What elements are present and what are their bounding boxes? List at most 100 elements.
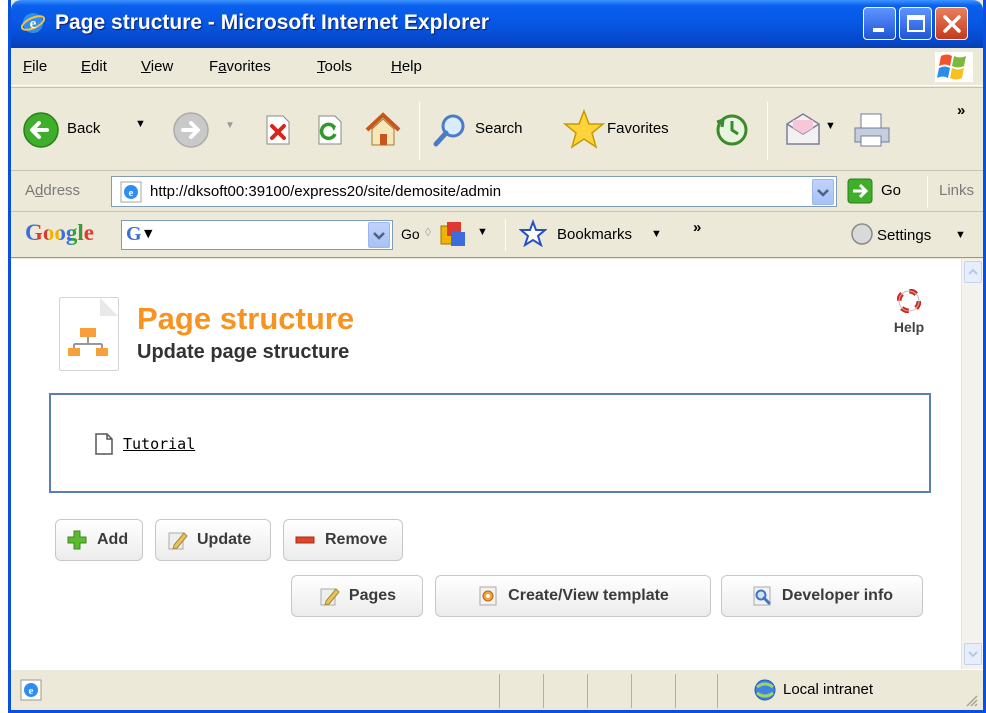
chevron-down-icon <box>817 189 829 197</box>
google-toolbar: Google G ▼ Go ◊ ▼ Bookmarks ▼ » Settings… <box>11 213 983 258</box>
status-divider <box>717 674 718 708</box>
help-button[interactable]: Help <box>879 288 939 335</box>
refresh-icon[interactable] <box>313 114 345 146</box>
menu-file-accel: F <box>23 58 33 75</box>
minimize-icon <box>873 28 884 32</box>
google-resize-icon: ◊ <box>425 225 431 239</box>
go-button[interactable]: Go <box>847 178 917 206</box>
links-label[interactable]: Links <box>939 182 974 199</box>
google-options-icon[interactable] <box>437 220 469 250</box>
update-button[interactable]: Update <box>155 519 271 561</box>
pencil-icon <box>320 588 340 606</box>
page-content: Page structure Update page structure Hel… <box>11 259 961 669</box>
create-view-template-button[interactable]: Create/View template <box>435 575 711 617</box>
page-tree: Tutorial <box>49 393 931 493</box>
google-g-dropdown-icon: ▼ <box>144 227 153 240</box>
menu-edit[interactable]: Edit <box>81 58 107 75</box>
address-label-pre: A <box>25 182 36 199</box>
toolbar-separator-2 <box>767 102 768 160</box>
scroll-up-button[interactable] <box>964 261 982 283</box>
address-url: http://dksoft00:39100/express20/site/dem… <box>150 183 502 200</box>
bookmarks-button[interactable]: Bookmarks ▼ <box>518 219 679 251</box>
google-chevron[interactable]: » <box>693 219 701 236</box>
google-search-dropdown-button[interactable] <box>368 222 390 248</box>
pages-button[interactable]: Pages <box>291 575 423 617</box>
history-icon[interactable] <box>713 112 751 148</box>
menu-favorites[interactable]: Favorites <box>209 58 271 75</box>
address-dropdown-button[interactable] <box>812 179 834 205</box>
maximize-button[interactable] <box>899 7 932 40</box>
google-options-dropdown-icon[interactable]: ▼ <box>477 226 488 238</box>
vertical-scrollbar[interactable] <box>961 259 983 669</box>
local-intranet-icon <box>754 679 776 701</box>
menu-file-label: ile <box>32 58 48 75</box>
template-button-label: Create/View template <box>508 587 669 604</box>
svg-text:e: e <box>29 685 34 697</box>
plus-icon <box>67 530 87 550</box>
back-button[interactable]: Back ▼ <box>21 110 161 150</box>
menu-help[interactable]: Help <box>391 58 422 75</box>
menu-tools-label: ools <box>324 58 353 75</box>
mail-button[interactable]: ▼ <box>783 112 843 148</box>
mail-icon <box>786 113 820 145</box>
search-icon <box>433 114 465 147</box>
developer-info-button[interactable]: Developer info <box>721 575 923 617</box>
menu-file[interactable]: File <box>23 58 47 75</box>
forward-dropdown-icon[interactable]: ▼ <box>225 120 235 131</box>
status-bar: e Local intranet <box>11 669 983 710</box>
chevron-down-icon <box>968 651 978 658</box>
back-label: Back <box>67 120 101 137</box>
address-input[interactable]: e http://dksoft00:39100/express20/site/d… <box>111 176 837 207</box>
address-separator <box>927 176 928 208</box>
maximize-icon <box>907 15 925 32</box>
google-go-button[interactable]: Go <box>401 226 420 242</box>
mail-dropdown-icon: ▼ <box>825 120 836 132</box>
ie-icon: e <box>21 13 45 33</box>
google-logo[interactable]: Google <box>25 220 94 246</box>
update-button-label: Update <box>197 531 252 548</box>
google-search-input[interactable]: G ▼ <box>121 220 393 250</box>
chevron-down-icon <box>373 232 385 240</box>
status-page-icon: e <box>20 679 42 701</box>
scroll-down-button[interactable] <box>964 643 982 665</box>
settings-button[interactable]: Settings ▼ <box>849 221 979 251</box>
tree-item-link[interactable]: Tutorial <box>123 435 195 453</box>
favorites-button[interactable]: Favorites <box>562 108 703 150</box>
back-dropdown-icon[interactable]: ▼ <box>135 118 146 130</box>
magnifier-icon <box>753 586 771 606</box>
address-label-post: dress <box>43 182 81 199</box>
google-g-icon: G <box>126 223 142 245</box>
tree-item[interactable]: Tutorial <box>95 433 195 455</box>
bookmarks-dropdown-icon: ▼ <box>651 228 662 240</box>
remove-button-label: Remove <box>325 531 388 548</box>
close-icon <box>943 15 961 33</box>
print-icon[interactable] <box>851 110 893 150</box>
google-separator <box>505 219 506 251</box>
status-divider <box>675 674 676 708</box>
forward-button[interactable]: ▼ <box>171 110 241 150</box>
title-bar[interactable]: e Page structure - Microsoft Internet Ex… <box>11 0 983 48</box>
help-label: Help <box>893 319 925 335</box>
menu-favorites-pre: F <box>209 58 219 75</box>
developer-button-label: Developer info <box>781 587 894 604</box>
menu-view[interactable]: View <box>141 58 173 75</box>
menu-tools[interactable]: Tools <box>317 58 352 75</box>
settings-label: Settings <box>877 227 932 244</box>
address-bar: Address e http://dksoft00:39100/express2… <box>11 172 983 212</box>
stop-icon[interactable] <box>261 114 293 146</box>
menu-favorites-accel: a <box>218 58 227 75</box>
search-button[interactable]: Search <box>431 110 561 150</box>
toolbar-chevron[interactable]: » <box>957 102 965 119</box>
add-button[interactable]: Add <box>55 519 143 561</box>
minimize-button[interactable] <box>863 7 896 40</box>
settings-circle-icon <box>851 223 873 245</box>
home-icon[interactable] <box>363 110 403 148</box>
menu-edit-accel: E <box>81 58 92 75</box>
remove-button[interactable]: Remove <box>283 519 403 561</box>
menu-bar: File Edit View Favorites Tools Help <box>11 48 983 86</box>
minus-icon <box>295 536 315 544</box>
standard-toolbar: Back ▼ ▼ Search Favorites ▼ » <box>11 87 983 171</box>
close-button[interactable] <box>935 7 968 40</box>
menu-view-accel: V <box>141 58 151 75</box>
resize-grip-icon[interactable] <box>963 692 979 708</box>
